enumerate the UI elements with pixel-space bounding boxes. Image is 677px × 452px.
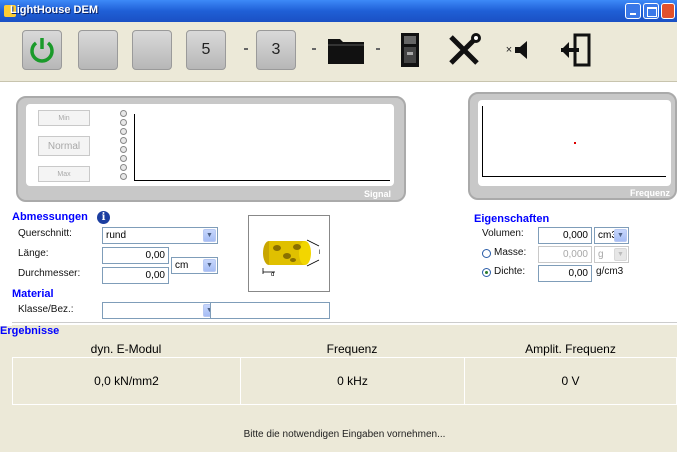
max-level-button[interactable]: Max — [38, 166, 90, 182]
chevron-down-icon: ▼ — [614, 248, 627, 261]
querschnitt-label: Querschnitt: — [18, 228, 72, 239]
material-title: Material — [12, 288, 54, 300]
svg-text:l: l — [319, 250, 320, 256]
frequency-panel: Frequenz — [468, 92, 677, 200]
ergebnisse-title: Ergebnisse — [0, 325, 60, 337]
divider — [12, 322, 677, 323]
toolbar-separator — [244, 48, 248, 50]
folder-icon — [328, 39, 364, 64]
abmessungen-title: Abmessungen — [12, 211, 88, 223]
device-button[interactable] — [390, 30, 430, 70]
chevron-down-icon: ▼ — [203, 229, 216, 242]
frequency-x-axis — [482, 176, 666, 177]
signal-y-axis — [134, 114, 135, 180]
level-led — [120, 137, 127, 144]
min-level-button[interactable]: Min — [38, 110, 90, 126]
frequency-y-axis — [482, 106, 483, 176]
klasse-select[interactable]: ▼ — [102, 302, 218, 319]
level-led — [120, 119, 127, 126]
chevron-down-icon: ▼ — [203, 259, 216, 272]
frequency-label: Frequenz — [630, 188, 671, 198]
level-led — [120, 164, 127, 171]
frequenz-header: Frequenz — [326, 342, 378, 356]
level-led — [120, 128, 127, 135]
specimen-image: d l — [248, 215, 330, 292]
exit-door-icon — [561, 33, 591, 67]
chevron-down-icon: ▼ — [614, 229, 627, 242]
durchmesser-label: Durchmesser: — [18, 268, 81, 279]
svg-text:d: d — [271, 272, 274, 278]
toolbar-separator — [312, 48, 316, 50]
volumen-unit-select[interactable]: cm3 ▼ — [594, 227, 629, 244]
cylinder-specimen-icon: d l — [262, 239, 320, 278]
masse-label: Masse: — [494, 247, 527, 258]
open-folder-button[interactable] — [326, 30, 366, 70]
settings-tools-button[interactable] — [444, 30, 484, 70]
signal-label: Signal — [364, 189, 392, 199]
status-message: Bitte die notwendigen Eingaben vornehmen… — [243, 429, 446, 440]
dichte-input[interactable]: 0,00 — [538, 265, 592, 282]
power-button[interactable] — [22, 30, 62, 70]
amplitude-header: Amplit. Frequenz — [525, 342, 616, 356]
querschnitt-select[interactable]: rund ▼ — [102, 227, 218, 244]
frequency-marker — [574, 142, 576, 144]
signal-panel: Min Normal Max Signal — [16, 96, 406, 202]
frequenz-value: 0 kHz — [240, 357, 465, 405]
klasse-label: Klasse/Bez.: — [18, 304, 74, 315]
device-icon — [401, 33, 419, 67]
e-modul-header: dyn. E-Modul — [90, 342, 162, 356]
count-button-5[interactable]: 5 — [186, 30, 226, 70]
amplitude-value: 0 V — [464, 357, 677, 405]
dichte-unit: g/cm3 — [596, 266, 624, 277]
laenge-label: Länge: — [18, 248, 49, 259]
title-bar: LightHouse DEM — [0, 0, 677, 22]
count-button-3[interactable]: 3 — [256, 30, 296, 70]
speaker-button[interactable]: × — [500, 30, 540, 70]
level-led — [120, 155, 127, 162]
signal-plot-area: Min Normal Max — [26, 104, 394, 186]
e-modul-value: 0,0 kN/mm2 — [12, 357, 241, 405]
unit-value: cm — [175, 260, 189, 271]
masse-radio[interactable] — [482, 249, 491, 258]
maximize-button[interactable] — [643, 3, 659, 19]
laenge-input[interactable]: 0,00 — [102, 247, 169, 264]
durchmesser-input[interactable]: 0,00 — [102, 267, 169, 284]
volumen-label: Volumen: — [482, 228, 524, 239]
exit-button[interactable] — [556, 30, 596, 70]
power-icon — [30, 38, 54, 63]
signal-x-axis — [134, 180, 390, 181]
tools-icon — [449, 33, 481, 65]
normal-level-button[interactable]: Normal — [38, 136, 90, 156]
speaker-icon — [515, 41, 528, 59]
masse-unit-select[interactable]: g ▼ — [594, 246, 629, 263]
close-button[interactable] — [661, 3, 675, 19]
info-icon[interactable]: i — [97, 211, 110, 224]
bezeichnung-input[interactable] — [210, 302, 330, 319]
results-left-strip — [0, 326, 12, 452]
eigenschaften-title: Eigenschaften — [474, 213, 550, 225]
level-led — [120, 146, 127, 153]
minimize-button[interactable] — [625, 3, 641, 19]
toolbar-separator — [376, 48, 380, 50]
unit-select[interactable]: cm ▼ — [171, 257, 218, 274]
blank-button-2[interactable] — [132, 30, 172, 70]
dichte-label: Dichte: — [494, 266, 526, 277]
blank-button-1[interactable] — [78, 30, 118, 70]
masse-input[interactable]: 0,000 — [538, 246, 592, 263]
volumen-input[interactable]: 0,000 — [538, 227, 592, 244]
querschnitt-value: rund — [106, 230, 127, 241]
level-led — [120, 173, 127, 180]
window-title: LightHouse DEM — [10, 4, 98, 16]
dichte-radio[interactable] — [482, 268, 491, 277]
toolbar: 5 3 × — [0, 22, 677, 82]
level-led — [120, 110, 127, 117]
frequency-plot-area — [478, 100, 671, 186]
masse-unit-value: g — [598, 249, 604, 260]
